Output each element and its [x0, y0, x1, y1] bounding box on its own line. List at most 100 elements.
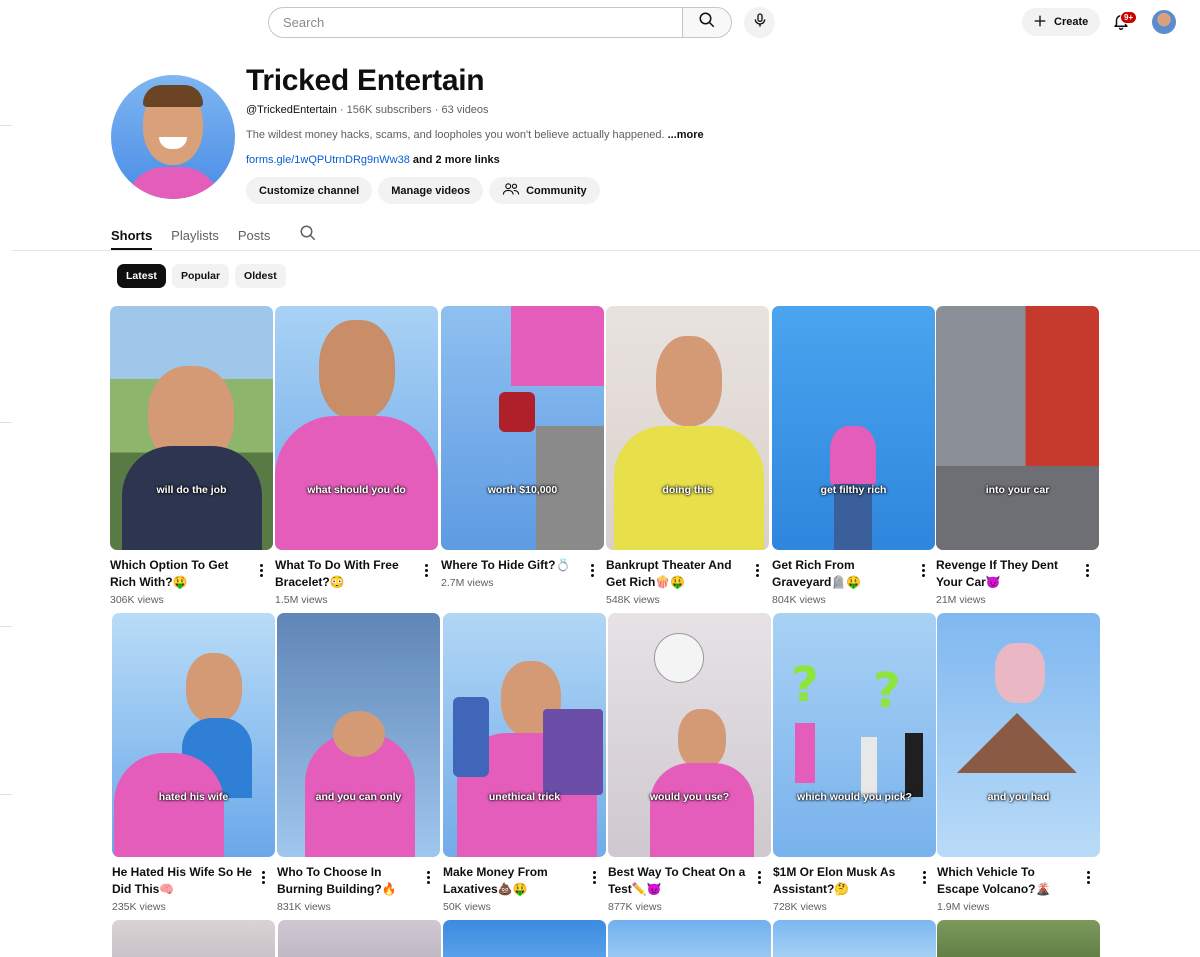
short-title[interactable]: What To Do With Free Bracelet?😳: [275, 557, 415, 591]
community-button[interactable]: Community: [489, 177, 600, 204]
short-title[interactable]: Make Money From Laxatives💩🤑: [443, 864, 583, 898]
short-views: 877K views: [608, 901, 662, 913]
short-title[interactable]: Which Vehicle To Escape Volcano?🌋: [937, 864, 1077, 898]
channel-tabs: Shorts Playlists Posts: [111, 220, 319, 250]
short-card[interactable]: doing this Bankrupt Theater And Get Rich…: [606, 306, 769, 606]
more-options-icon[interactable]: [1079, 562, 1095, 578]
tab-posts[interactable]: Posts: [238, 220, 271, 250]
short-card[interactable]: ? ? which would you pick? $1M Or Elon Mu…: [773, 613, 936, 913]
search-icon: [698, 11, 716, 34]
tabs-divider: [12, 250, 1200, 251]
channel-handle: @TrickedEntertain: [246, 104, 337, 116]
more-options-icon[interactable]: [1080, 869, 1096, 885]
short-thumbnail[interactable]: worth $10,000: [441, 306, 604, 550]
create-button[interactable]: Create: [1022, 8, 1101, 36]
short-title[interactable]: Who To Choose In Burning Building?🔥: [277, 864, 417, 898]
chip-latest[interactable]: Latest: [117, 264, 166, 288]
more-options-icon[interactable]: [418, 562, 434, 578]
short-title[interactable]: Get Rich From Graveyard🪦🤑: [772, 557, 912, 591]
short-thumbnail[interactable]: [937, 920, 1100, 957]
search-button[interactable]: [682, 7, 732, 38]
community-label: Community: [526, 184, 587, 197]
short-thumbnail[interactable]: [443, 920, 606, 957]
description-more-link[interactable]: ...more: [668, 129, 704, 141]
tab-shorts[interactable]: Shorts: [111, 220, 153, 250]
notification-badge: 9+: [1120, 11, 1138, 24]
short-thumbnail[interactable]: [773, 920, 936, 957]
more-options-icon[interactable]: [255, 869, 271, 885]
short-thumbnail[interactable]: and you can only: [277, 613, 440, 857]
short-thumbnail[interactable]: unethical trick: [443, 613, 606, 857]
short-title[interactable]: Bankrupt Theater And Get Rich🍿🤑: [606, 557, 746, 591]
search-input[interactable]: [268, 7, 682, 38]
short-thumbnail[interactable]: doing this: [606, 306, 769, 550]
short-thumbnail[interactable]: and you had: [937, 613, 1100, 857]
channel-link[interactable]: forms.gle/1wQPUtrnDRg9nWw38: [246, 154, 410, 166]
short-thumbnail[interactable]: into your car: [936, 306, 1099, 550]
edge-divider: [0, 422, 12, 423]
short-card[interactable]: get filthy rich Get Rich From Graveyard🪦…: [772, 306, 935, 606]
edge-divider: [0, 794, 12, 795]
video-count: 63 videos: [441, 104, 489, 116]
short-caption: get filthy rich: [820, 484, 887, 496]
more-options-icon[interactable]: [916, 869, 932, 885]
more-options-icon[interactable]: [751, 869, 767, 885]
short-card[interactable]: and you can only Who To Choose In Burnin…: [277, 613, 440, 913]
short-caption: and you can only: [315, 791, 402, 803]
more-options-icon[interactable]: [253, 562, 269, 578]
short-card[interactable]: what should you do What To Do With Free …: [275, 306, 438, 606]
channel-description[interactable]: The wildest money hacks, scams, and loop…: [246, 129, 704, 141]
manage-videos-label: Manage videos: [391, 184, 471, 197]
short-title[interactable]: Which Option To Get Rich With?🤑: [110, 557, 250, 591]
channel-search-button[interactable]: [299, 225, 319, 245]
short-title[interactable]: He Hated His Wife So He Did This🧠: [112, 864, 252, 898]
customize-channel-button[interactable]: Customize channel: [246, 177, 373, 204]
more-links-button[interactable]: and 2 more links: [413, 154, 500, 166]
customize-channel-label: Customize channel: [259, 184, 360, 197]
short-views: 50K views: [443, 901, 491, 913]
short-thumbnail[interactable]: [278, 920, 441, 957]
short-thumbnail[interactable]: [608, 920, 771, 957]
more-options-icon[interactable]: [584, 562, 600, 578]
short-thumbnail[interactable]: [112, 920, 275, 957]
short-thumbnail[interactable]: would you use?: [608, 613, 771, 857]
microphone-icon: [752, 12, 768, 33]
chip-oldest[interactable]: Oldest: [235, 264, 286, 288]
short-thumbnail[interactable]: what should you do: [275, 306, 438, 550]
subscriber-count: 156K subscribers: [346, 104, 432, 116]
short-card[interactable]: and you had Which Vehicle To Escape Volc…: [937, 613, 1100, 913]
plus-icon: [1032, 13, 1048, 32]
short-title[interactable]: Best Way To Cheat On a Test✏️😈: [608, 864, 748, 898]
account-avatar[interactable]: [1152, 10, 1176, 34]
short-views: 1.9M views: [937, 901, 990, 913]
more-options-icon[interactable]: [420, 869, 436, 885]
more-options-icon[interactable]: [915, 562, 931, 578]
short-thumbnail[interactable]: will do the job: [110, 306, 273, 550]
short-title[interactable]: Revenge If They Dent Your Car😈: [936, 557, 1076, 591]
short-caption: worth $10,000: [487, 484, 558, 496]
short-views: 728K views: [773, 901, 827, 913]
short-views: 1.5M views: [275, 594, 328, 606]
more-options-icon[interactable]: [586, 869, 602, 885]
short-title[interactable]: Where To Hide Gift?💍: [441, 557, 581, 574]
short-thumbnail[interactable]: ? ? which would you pick?: [773, 613, 936, 857]
manage-videos-button[interactable]: Manage videos: [378, 177, 484, 204]
more-options-icon[interactable]: [749, 562, 765, 578]
sort-chips: Latest Popular Oldest: [117, 264, 286, 288]
short-title[interactable]: $1M Or Elon Musk As Assistant?🤔: [773, 864, 913, 898]
short-card[interactable]: into your car Revenge If They Dent Your …: [936, 306, 1099, 606]
short-thumbnail[interactable]: hated his wife: [112, 613, 275, 857]
short-card[interactable]: hated his wife He Hated His Wife So He D…: [112, 613, 275, 913]
short-card[interactable]: will do the job Which Option To Get Rich…: [110, 306, 273, 606]
short-card[interactable]: would you use? Best Way To Cheat On a Te…: [608, 613, 771, 913]
short-card[interactable]: worth $10,000 Where To Hide Gift?💍 2.7M …: [441, 306, 604, 589]
short-card[interactable]: unethical trick Make Money From Laxative…: [443, 613, 606, 913]
short-caption: what should you do: [307, 484, 406, 496]
tab-playlists[interactable]: Playlists: [171, 220, 219, 250]
edge-divider: [0, 125, 12, 126]
voice-search-button[interactable]: [744, 7, 775, 38]
short-caption: which would you pick?: [797, 791, 912, 803]
people-icon: [502, 181, 520, 200]
short-thumbnail[interactable]: get filthy rich: [772, 306, 935, 550]
chip-popular[interactable]: Popular: [171, 264, 230, 288]
